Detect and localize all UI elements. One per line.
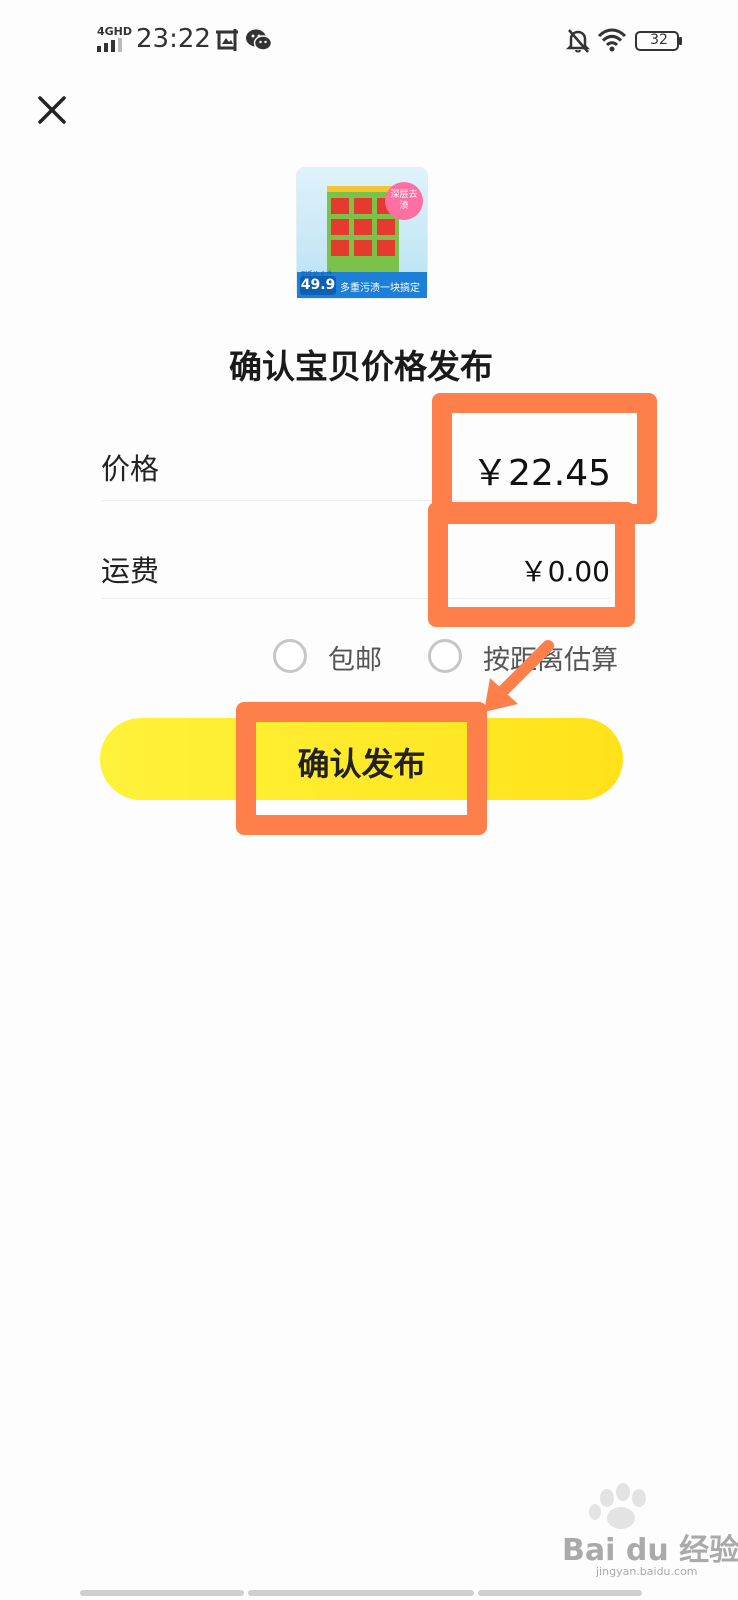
price-label: 价格 xyxy=(101,452,160,486)
nav-bar-segment xyxy=(248,1590,474,1596)
signal-icon xyxy=(97,38,122,52)
free-shipping-label[interactable]: 包邮 xyxy=(328,638,382,677)
mute-icon xyxy=(566,29,590,53)
status-bar: 4GHD 23:22 32 xyxy=(0,0,738,80)
nav-bar-segment xyxy=(80,1590,244,1596)
annotation-box-freight xyxy=(428,502,635,627)
freight-label: 运费 xyxy=(101,554,160,588)
watermark-logo: Bai du 经验 xyxy=(562,1533,738,1568)
annotation-box-button xyxy=(236,702,487,835)
page-title: 确认宝贝价格发布 xyxy=(229,347,493,386)
network-type: 4GHD xyxy=(97,25,133,38)
close-icon[interactable] xyxy=(34,92,70,128)
clock: 23:22 xyxy=(136,24,211,54)
watermark-url: jingyan.baidu.com xyxy=(596,1565,698,1578)
battery-level: 32 xyxy=(650,32,668,48)
product-slogan: 多重污渍一块搞定 xyxy=(340,283,420,294)
distance-estimate-radio[interactable] xyxy=(428,639,462,673)
free-shipping-radio[interactable] xyxy=(273,639,307,673)
screenshot-icon xyxy=(216,29,238,51)
nav-bar-segment xyxy=(478,1590,642,1596)
product-price-tag: 49.9 xyxy=(300,276,336,295)
annotation-arrow xyxy=(484,640,554,712)
wifi-icon xyxy=(597,28,627,52)
product-badge: 深层去渍 xyxy=(385,182,423,220)
wechat-icon xyxy=(246,29,272,51)
